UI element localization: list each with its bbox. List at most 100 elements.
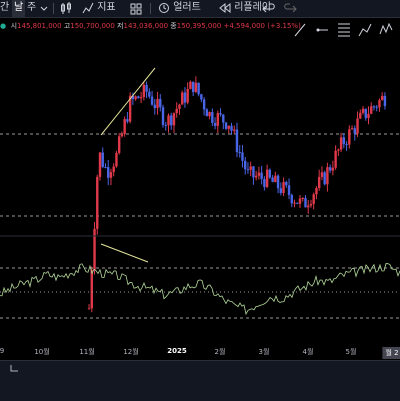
candle-body	[109, 172, 113, 178]
candle-body	[202, 99, 206, 110]
chevron-down-icon	[40, 6, 48, 11]
undo-icon	[262, 3, 275, 13]
time-axis[interactable]	[0, 342, 400, 360]
ohlc-legend: ● 시145,801,000 고150,700,000 저143,036,000…	[0, 19, 301, 33]
interval-minute[interactable]: 간	[0, 0, 9, 17]
candle-body	[235, 129, 239, 153]
trend-line-icon	[294, 23, 306, 37]
fib-retracement-icon	[338, 23, 350, 37]
candle-body	[123, 119, 126, 135]
candle-body	[213, 122, 217, 126]
candle-body	[93, 228, 96, 270]
arrow-down-left-icon	[10, 365, 18, 372]
candle-body	[315, 188, 318, 195]
toolbar-divider	[53, 3, 54, 14]
candle-body	[180, 92, 184, 105]
candles-icon[interactable]	[60, 0, 72, 17]
grid-layout-icon	[130, 3, 142, 15]
candle-body	[161, 107, 165, 125]
x-tick: 4월	[302, 348, 314, 356]
candle-body	[375, 106, 378, 108]
trend-line-icon[interactable]	[290, 19, 310, 41]
candle-body	[241, 152, 244, 161]
candle-body	[326, 167, 329, 185]
candle-body	[222, 114, 225, 123]
candle-body	[219, 113, 222, 115]
indicators-button[interactable]: 지표	[82, 0, 116, 17]
candle-body	[186, 88, 189, 103]
candle-body	[142, 84, 146, 98]
candle-body	[172, 113, 176, 126]
candle-body	[107, 167, 110, 178]
candle-body	[197, 82, 200, 95]
candle-body	[304, 197, 307, 208]
candle-body	[312, 194, 315, 204]
interval-day[interactable]: 날	[12, 0, 26, 17]
candle-body	[216, 113, 220, 126]
candle-body	[170, 115, 173, 126]
alert-button[interactable]: 얼러트	[158, 0, 201, 17]
grid-layout-icon[interactable]	[130, 0, 142, 17]
candle-body	[320, 172, 324, 177]
candle-body	[139, 97, 143, 99]
bottom-bar	[0, 360, 400, 401]
elliott-wave-icon	[379, 22, 393, 35]
candle-body	[301, 197, 304, 199]
candle-body	[345, 144, 348, 146]
undo-icon[interactable]	[262, 0, 276, 17]
candle-body	[145, 84, 148, 92]
candle-body	[233, 129, 236, 131]
alert-clock-icon	[159, 3, 169, 13]
candle-body	[331, 167, 335, 171]
candle-body	[254, 175, 258, 178]
x-tick: 3월	[258, 348, 270, 356]
candle-body	[238, 152, 241, 154]
interval-week[interactable]: 주	[27, 0, 36, 17]
candle-body	[194, 82, 198, 92]
candle-body	[268, 169, 272, 178]
x-tick: 2025	[167, 347, 187, 355]
candle-body	[378, 100, 381, 108]
candle-body	[175, 108, 178, 114]
candle-body	[98, 152, 102, 177]
chevron-down-icon[interactable]	[40, 0, 48, 17]
candle-body	[167, 115, 170, 126]
x-tick: 5월	[345, 348, 357, 356]
candle-body	[337, 149, 340, 151]
candle-body	[282, 181, 285, 194]
chart-background	[0, 0, 400, 400]
price-chart[interactable]	[0, 0, 400, 400]
x-tick: 9	[0, 347, 5, 355]
candle-body	[323, 172, 326, 185]
candle-body	[90, 269, 93, 309]
candle-body	[359, 112, 362, 119]
candle-body	[227, 125, 230, 129]
candle-body	[350, 128, 354, 130]
indicators-label: 지표	[97, 2, 116, 13]
candle-body	[287, 185, 291, 195]
low-value: 143,036,000	[123, 22, 169, 30]
fib-retracement-icon[interactable]	[334, 19, 354, 41]
candle-body	[208, 112, 211, 117]
horizontal-ray-icon[interactable]	[312, 19, 332, 41]
candle-body	[328, 167, 332, 171]
indicators-icon	[82, 2, 94, 14]
candle-body	[383, 95, 387, 107]
horizontal-ray-icon	[316, 28, 328, 32]
candle-body	[159, 98, 162, 108]
elliott-wave-icon[interactable]	[376, 19, 396, 41]
scroll-to-realtime-button[interactable]	[10, 364, 20, 372]
candle-body	[257, 172, 261, 176]
candle-body	[156, 98, 159, 109]
x-tick: 11월	[79, 348, 95, 356]
candle-body	[252, 166, 255, 178]
candle-body	[317, 176, 321, 189]
candle-body	[353, 128, 356, 134]
redo-icon[interactable]	[283, 0, 297, 17]
candle-body	[117, 136, 121, 153]
alert-label: 얼러트	[173, 2, 201, 13]
long-position-icon[interactable]	[355, 19, 375, 41]
candle-body	[265, 169, 269, 187]
candle-body	[285, 181, 288, 186]
candle-body	[112, 166, 115, 173]
